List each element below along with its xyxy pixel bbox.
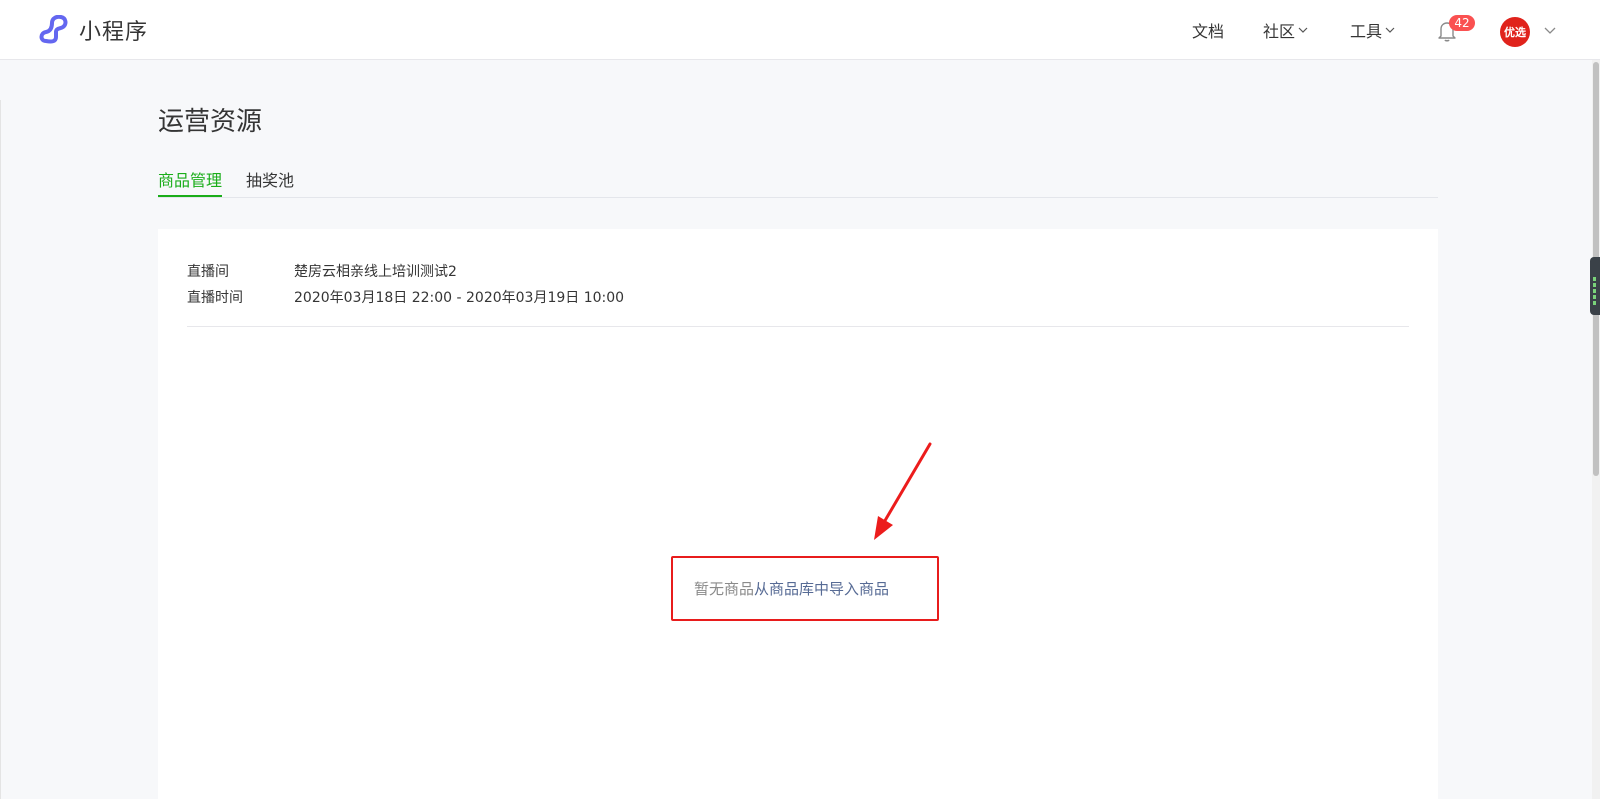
info-divider — [187, 326, 1409, 327]
empty-state-highlight: 暂无商品 从商品库中导入商品 — [671, 556, 939, 621]
live-time-row: 直播时间 2020年03月18日 22:00 - 2020年03月19日 10:… — [187, 285, 624, 311]
avatar-text: 优选 — [1504, 26, 1526, 39]
chevron-down-icon[interactable] — [1544, 25, 1556, 35]
tab-bar: 商品管理 抽奖池 — [158, 160, 1438, 198]
nav-docs-label: 文档 — [1192, 22, 1225, 41]
nav-community-dropdown[interactable]: 社区 — [1263, 0, 1308, 60]
import-products-link[interactable]: 从商品库中导入商品 — [754, 578, 889, 599]
live-room-label: 直播间 — [187, 264, 229, 280]
content-card: 直播间 楚房云相亲线上培训测试2 直播时间 2020年03月18日 22:00 … — [158, 229, 1438, 799]
nav-tools-label: 工具 — [1350, 22, 1383, 41]
nav-docs-link[interactable]: 文档 — [1192, 0, 1224, 60]
top-navigation-bar: 小程序 文档 社区 工具 42 优选 — [0, 0, 1600, 60]
side-floating-widget[interactable] — [1590, 257, 1600, 315]
live-time-label: 直播时间 — [187, 290, 243, 306]
live-room-row: 直播间 楚房云相亲线上培训测试2 — [187, 259, 624, 285]
tab-product-management[interactable]: 商品管理 — [158, 167, 223, 197]
empty-state-text: 暂无商品 — [694, 580, 755, 598]
chevron-down-icon — [1385, 27, 1395, 33]
left-divider — [0, 100, 1, 799]
notification-count-badge: 42 — [1449, 15, 1475, 31]
live-info: 直播间 楚房云相亲线上培训测试2 直播时间 2020年03月18日 22:00 … — [187, 259, 624, 311]
tab-lottery-pool[interactable]: 抽奖池 — [246, 167, 294, 197]
app-name: 小程序 — [79, 20, 149, 45]
chevron-down-icon — [1298, 27, 1308, 33]
live-room-value: 楚房云相亲线上培训测试2 — [294, 264, 457, 280]
app-logo[interactable]: 小程序 — [38, 14, 148, 46]
nav-community-label: 社区 — [1263, 22, 1296, 41]
nav-tools-dropdown[interactable]: 工具 — [1350, 0, 1395, 60]
annotation-arrow-icon — [874, 442, 932, 540]
live-time-value: 2020年03月18日 22:00 - 2020年03月19日 10:00 — [294, 290, 625, 306]
page-title: 运营资源 — [158, 107, 263, 137]
miniprogram-logo-icon — [39, 15, 68, 44]
user-avatar[interactable]: 优选 — [1500, 17, 1530, 47]
